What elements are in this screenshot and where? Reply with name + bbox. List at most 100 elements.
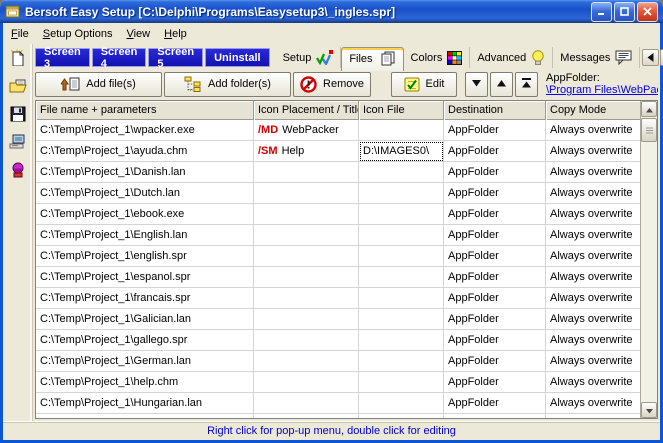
cell-icon-placement[interactable] <box>254 351 359 372</box>
cell-file-name[interactable]: C:\Temp\Project_1\Danish.lan <box>36 162 254 183</box>
cell-destination[interactable]: AppFolder <box>444 330 546 351</box>
new-file-button[interactable] <box>6 49 30 71</box>
tab-button-screen-4[interactable]: Screen 4 <box>92 48 147 67</box>
cell-icon-file[interactable] <box>359 309 444 330</box>
cell-copy-mode[interactable]: Always overwrite <box>546 393 640 414</box>
tab-colors[interactable]: Colors <box>404 47 471 68</box>
cell-destination[interactable]: AppFolder <box>444 267 546 288</box>
cell-file-name[interactable]: C:\Temp\Project_1\francais.spr <box>36 288 254 309</box>
column-header-file-name-parameters[interactable]: File name + parameters <box>36 101 254 120</box>
scroll-down-button[interactable] <box>641 402 657 418</box>
edit-button[interactable]: Edit <box>391 72 457 97</box>
cell-file-name[interactable]: C:\Temp\Project_1\Dutch.lan <box>36 183 254 204</box>
move-down-button[interactable] <box>465 72 488 97</box>
cell-file-name[interactable]: C:\Temp\Project_1\ebook.exe <box>36 204 254 225</box>
cell-file-name[interactable]: C:\Temp\Project_1\German.lan <box>36 351 254 372</box>
scroll-up-button[interactable] <box>641 101 657 117</box>
cell-destination[interactable]: AppFolder <box>444 120 546 141</box>
tab-button-screen-5[interactable]: Screen 5 <box>148 48 203 67</box>
cell-icon-placement[interactable]: /MDWebPacker <box>254 120 359 141</box>
menu-setup-options[interactable]: Setup Options <box>36 25 120 43</box>
cell-copy-mode[interactable]: Always overwrite <box>546 246 640 267</box>
cell-copy-mode[interactable]: Always overwrite <box>546 225 640 246</box>
titlebar[interactable]: Bersoft Easy Setup [C:\Delphi\Programs\E… <box>0 0 663 23</box>
cell-copy-mode[interactable]: Always overwrite <box>546 141 640 162</box>
cell-icon-file[interactable] <box>359 288 444 309</box>
cell-destination[interactable]: AppFolder <box>444 246 546 267</box>
cell-icon-placement[interactable] <box>254 225 359 246</box>
cell-destination[interactable]: AppFolder <box>444 309 546 330</box>
cell-destination[interactable]: AppFolder <box>444 183 546 204</box>
tab-messages[interactable]: Messages <box>553 47 640 68</box>
cell-icon-file[interactable] <box>359 162 444 183</box>
cell-file-name[interactable]: C:\Temp\Project_1\help.chm <box>36 372 254 393</box>
cell-icon-file[interactable] <box>359 183 444 204</box>
cell-icon-file[interactable] <box>359 393 444 414</box>
column-header-icon-file[interactable]: Icon File <box>359 101 444 120</box>
tab-advanced[interactable]: Advanced <box>470 47 553 68</box>
cell-icon-placement[interactable] <box>254 183 359 204</box>
cell-copy-mode[interactable]: Always overwrite <box>546 330 640 351</box>
tab-files[interactable]: Files <box>341 47 403 71</box>
menu-file[interactable]: File <box>4 25 36 43</box>
cell-copy-mode[interactable]: Always overwrite <box>546 309 640 330</box>
move-up-button[interactable] <box>490 72 513 97</box>
cell-icon-placement[interactable] <box>254 393 359 414</box>
maximize-button[interactable] <box>614 2 635 22</box>
cell-destination[interactable]: AppFolder <box>444 372 546 393</box>
scrollbar-thumb[interactable] <box>641 118 657 142</box>
cell-destination[interactable]: AppFolder <box>444 162 546 183</box>
cell-icon-placement[interactable] <box>254 267 359 288</box>
cell-icon-placement[interactable]: /SMHelp <box>254 141 359 162</box>
cell-file-name[interactable]: C:\Temp\Project_1\ayuda.chm <box>36 141 254 162</box>
tab-button-screen-3[interactable]: Screen 3 <box>35 48 90 67</box>
tab-scroll-left-button[interactable] <box>642 49 659 66</box>
appfolder-link[interactable]: \Program Files\WebPacker <box>546 84 658 96</box>
open-file-button[interactable] <box>6 77 30 99</box>
cell-destination[interactable]: AppFolder <box>444 393 546 414</box>
tab-setup[interactable]: Setup <box>276 47 342 68</box>
cell-copy-mode[interactable]: Always overwrite <box>546 162 640 183</box>
cell-copy-mode[interactable]: Always overwrite <box>546 183 640 204</box>
menu-help[interactable]: Help <box>157 25 194 43</box>
close-button[interactable] <box>637 2 658 22</box>
run-button[interactable] <box>6 161 30 183</box>
cell-file-name[interactable]: C:\Temp\Project_1\english.spr <box>36 246 254 267</box>
cell-icon-file[interactable] <box>359 204 444 225</box>
cell-copy-mode[interactable]: Always overwrite <box>546 120 640 141</box>
add-file-s-button[interactable]: Add file(s) <box>35 72 162 97</box>
cell-file-name[interactable]: C:\Temp\Project_1\wpacker.exe <box>36 120 254 141</box>
scrollbar-track[interactable] <box>641 143 657 402</box>
cell-destination[interactable]: AppFolder <box>444 288 546 309</box>
cell-icon-placement[interactable] <box>254 372 359 393</box>
cell-file-name[interactable]: C:\Temp\Project_1\espanol.spr <box>36 267 254 288</box>
cell-icon-placement[interactable] <box>254 288 359 309</box>
vertical-scrollbar[interactable] <box>640 101 657 418</box>
cell-icon-placement[interactable] <box>254 330 359 351</box>
cell-icon-placement[interactable] <box>254 309 359 330</box>
column-header-copy-mode[interactable]: Copy Mode <box>546 101 640 120</box>
cell-copy-mode[interactable]: Always overwrite <box>546 267 640 288</box>
cell-destination[interactable]: AppFolder <box>444 141 546 162</box>
remove-button[interactable]: Remove <box>293 72 371 97</box>
cell-destination[interactable]: AppFolder <box>444 204 546 225</box>
cell-icon-placement[interactable] <box>254 204 359 225</box>
cell-file-name[interactable]: C:\Temp\Project_1\gallego.spr <box>36 330 254 351</box>
cell-icon-file[interactable] <box>359 225 444 246</box>
move-top-button[interactable] <box>515 72 538 97</box>
compile-button[interactable] <box>6 133 30 155</box>
cell-icon-file[interactable] <box>359 120 444 141</box>
menu-view[interactable]: View <box>119 25 157 43</box>
cell-copy-mode[interactable]: Always overwrite <box>546 204 640 225</box>
minimize-button[interactable] <box>591 2 612 22</box>
cell-copy-mode[interactable]: Always overwrite <box>546 372 640 393</box>
cell-destination[interactable]: AppFolder <box>444 351 546 372</box>
cell-icon-placement[interactable] <box>254 246 359 267</box>
cell-icon-file[interactable] <box>359 372 444 393</box>
cell-file-name[interactable]: C:\Temp\Project_1\Hungarian.lan <box>36 393 254 414</box>
cell-icon-placement[interactable] <box>254 162 359 183</box>
cell-icon-file[interactable] <box>359 351 444 372</box>
save-button[interactable] <box>6 105 30 127</box>
cell-copy-mode[interactable]: Always overwrite <box>546 351 640 372</box>
cell-icon-file[interactable] <box>359 246 444 267</box>
